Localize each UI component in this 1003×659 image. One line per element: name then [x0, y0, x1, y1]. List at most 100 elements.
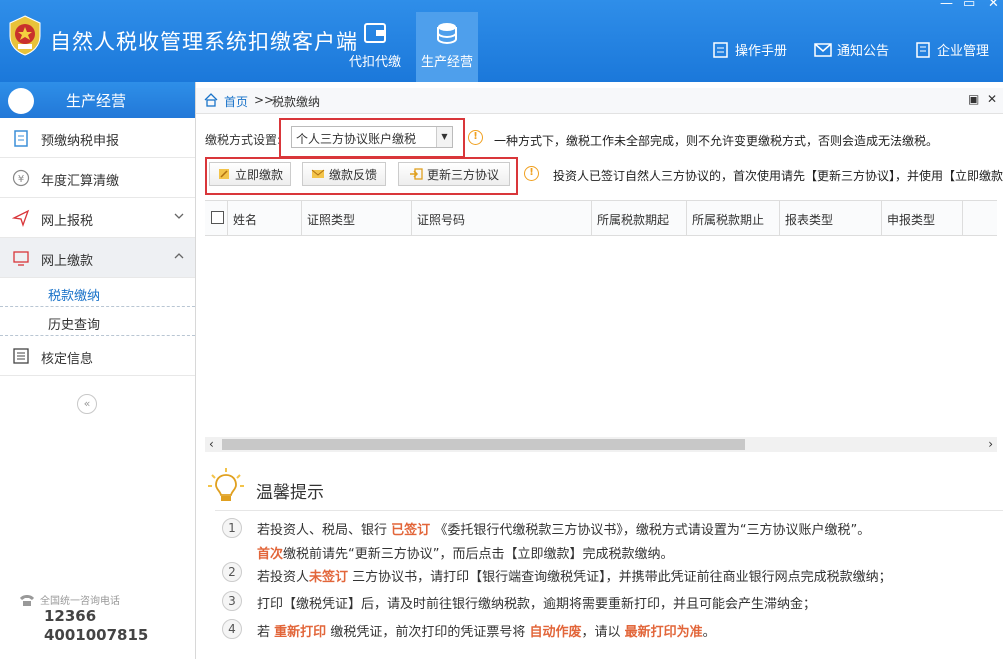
tip-text: 缴税凭证，前次打印的凭证票号将: [330, 625, 526, 640]
tip-text: ，请以: [581, 625, 621, 640]
tip-text: 缴税前请先“更新三方协议”，而后点击【立即缴款】完成税款缴纳。: [283, 547, 674, 562]
scroll-left-icon[interactable]: ‹: [209, 437, 214, 451]
tip-highlight: 未签订: [309, 570, 349, 585]
clipboard-icon: [14, 130, 28, 147]
coins-icon: [437, 23, 457, 45]
column-header[interactable]: 姓名: [228, 201, 302, 235]
send-icon: [12, 209, 30, 227]
sidebar-item-annual-settlement[interactable]: ¥ 年度汇算清缴: [0, 158, 195, 198]
payment-method-note: 一种方式下，缴税工作未全部完成，则不允许变更缴税方式，否则会造成无法缴税。: [494, 134, 939, 148]
close-icon[interactable]: ✕: [988, 0, 999, 11]
column-header[interactable]: 证照类型: [302, 201, 412, 235]
tip-text: 若投资人、税局、银行: [257, 523, 388, 538]
topnav-production[interactable]: 生产经营: [416, 12, 478, 82]
tip-text: 打印【缴税凭证】后，请及时前往银行缴纳税款，逾期将需要重新打印，并且可能会产生滞…: [257, 597, 817, 612]
topnav-label: 生产经营: [420, 55, 473, 70]
tip-highlight: 最新打印为准: [624, 625, 703, 640]
horizontal-scrollbar[interactable]: ‹ ›: [205, 437, 997, 452]
menu-list-icon: [8, 88, 34, 114]
notice-link[interactable]: 通知公告: [814, 40, 889, 59]
tip-1: 若投资人、税局、银行 已签订 《委托银行代缴税款三方协议书》，缴税方式请设置为“…: [257, 519, 870, 538]
sidebar-item-online-payment[interactable]: 网上缴款: [0, 238, 195, 278]
select-all-cell: [205, 201, 228, 235]
manual-label: 操作手册: [735, 44, 788, 59]
home-icon[interactable]: [204, 93, 218, 107]
building-icon: [916, 41, 930, 58]
tip-highlight: 首次: [257, 547, 284, 562]
tip-number: 2: [222, 562, 242, 582]
list-icon: [13, 348, 29, 364]
notice-label: 通知公告: [837, 44, 890, 59]
hotline-caption: 全国统一咨询电话: [40, 596, 120, 607]
sidebar-subitem-history[interactable]: 历史查询: [0, 307, 195, 336]
tip-number: 3: [222, 591, 242, 611]
tip-highlight: 自动作废: [529, 625, 582, 640]
tip-text: 三方协议书，请打印【银行端查询缴税凭证】，并携带此凭证前往商业银行网点完成税款缴…: [352, 570, 892, 585]
tip-highlight: 重新打印: [274, 625, 327, 640]
lightbulb-icon: [208, 468, 244, 501]
enterprise-link[interactable]: 企业管理: [914, 40, 989, 59]
tip-text: 若投资人: [257, 570, 310, 585]
scroll-right-icon[interactable]: ›: [988, 437, 993, 451]
tip-number: 1: [222, 518, 242, 538]
monitor-icon: [13, 251, 29, 266]
tax-table-header: 姓名 证照类型 证照号码 所属税款期起 所属税款期止 报表类型 申报类型: [205, 200, 997, 236]
collapse-sidebar-button[interactable]: «: [77, 394, 97, 414]
manual-link[interactable]: 操作手册: [712, 40, 787, 59]
tip-4: 若 重新打印 缴税凭证，前次打印的凭证票号将 自动作废，请以 最新打印为准。: [257, 621, 716, 640]
chevron-up-icon: [174, 253, 184, 259]
sidebar-item-label: 预缴纳税申报: [41, 134, 120, 149]
select-all-checkbox[interactable]: [211, 211, 224, 224]
scrollbar-thumb[interactable]: [222, 439, 745, 450]
close-panel-icon[interactable]: ✕: [987, 92, 997, 106]
tip-text: 若: [257, 625, 271, 640]
tax-emblem-icon: [9, 15, 41, 56]
sidebar-item-prepay-declaration[interactable]: 预缴纳税申报: [0, 118, 195, 158]
sidebar-item-label: 核定信息: [41, 352, 94, 367]
column-header[interactable]: 报表类型: [780, 201, 882, 235]
topnav-withholding[interactable]: 代扣代缴: [344, 12, 406, 82]
maximize-icon[interactable]: ▭: [963, 0, 975, 11]
breadcrumb-home-link[interactable]: 首页: [224, 93, 248, 110]
column-header[interactable]: 所属税款期起: [592, 201, 687, 235]
sidebar-item-label: 网上缴款: [41, 254, 94, 269]
sidebar: 生产经营 预缴纳税申报 ¥ 年度汇算清缴 网上报税 网上缴款 税款缴纳 历史查询…: [0, 82, 196, 659]
warning-icon: !: [524, 166, 539, 181]
sidebar-subitem-label: 历史查询: [48, 318, 101, 333]
breadcrumb: 首页 >> 税款缴纳 ▣ ✕: [196, 88, 1003, 114]
tip-2: 若投资人未签订 三方协议书，请打印【银行端查询缴税凭证】，并携带此凭证前往商业银…: [257, 566, 892, 585]
tip-number: 4: [222, 619, 242, 639]
mail-icon: [814, 42, 832, 57]
hotline-number-2: 4001007815: [44, 626, 149, 644]
minimize-icon[interactable]: —: [940, 0, 953, 11]
sidebar-title: 生产经营: [66, 92, 127, 110]
svg-text:¥: ¥: [18, 174, 24, 185]
column-header[interactable]: 所属税款期止: [687, 201, 780, 235]
sidebar-header: 生产经营: [0, 82, 195, 118]
sidebar-subitem-tax-payment[interactable]: 税款缴纳: [0, 278, 195, 307]
agreement-note: 投资人已签订自然人三方协议的，首次使用请先【更新三方协议】，并使用【立即缴款: [553, 169, 1003, 183]
tip-highlight: 已签订: [391, 523, 431, 538]
breadcrumb-current: 税款缴纳: [272, 95, 321, 109]
sidebar-subitem-label: 税款缴纳: [48, 289, 101, 304]
sidebar-item-assessment-info[interactable]: 核定信息: [0, 336, 195, 376]
manual-icon: [713, 41, 728, 58]
sidebar-item-label: 年度汇算清缴: [41, 174, 120, 189]
yen-icon: ¥: [12, 169, 30, 187]
tip-1b: 首次缴税前请先“更新三方协议”，而后点击【立即缴款】完成税款缴纳。: [257, 543, 674, 562]
tip-3: 打印【缴税凭证】后，请及时前往银行缴纳税款，逾期将需要重新打印，并且可能会产生滞…: [257, 593, 816, 612]
chevron-down-icon: [174, 213, 184, 219]
payment-method-label: 缴税方式设置:: [205, 133, 282, 147]
tip-text: 《委托银行代缴税款三方协议书》，缴税方式请设置为“三方协议账户缴税”。: [434, 523, 871, 538]
sidebar-item-online-filing[interactable]: 网上报税: [0, 198, 195, 238]
hotline: 全国统一咨询电话 12366 4001007815: [18, 592, 148, 645]
app-title: 自然人税收管理系统扣缴客户端: [50, 30, 358, 54]
sidebar-item-label: 网上报税: [41, 214, 94, 229]
column-header[interactable]: 申报类型: [882, 201, 963, 235]
phone-icon: [20, 594, 34, 606]
highlight-box: [279, 118, 465, 158]
warning-icon: !: [468, 130, 483, 145]
tip-text: 。: [702, 625, 716, 640]
restore-panel-icon[interactable]: ▣: [968, 92, 979, 106]
column-header[interactable]: 证照号码: [412, 201, 592, 235]
